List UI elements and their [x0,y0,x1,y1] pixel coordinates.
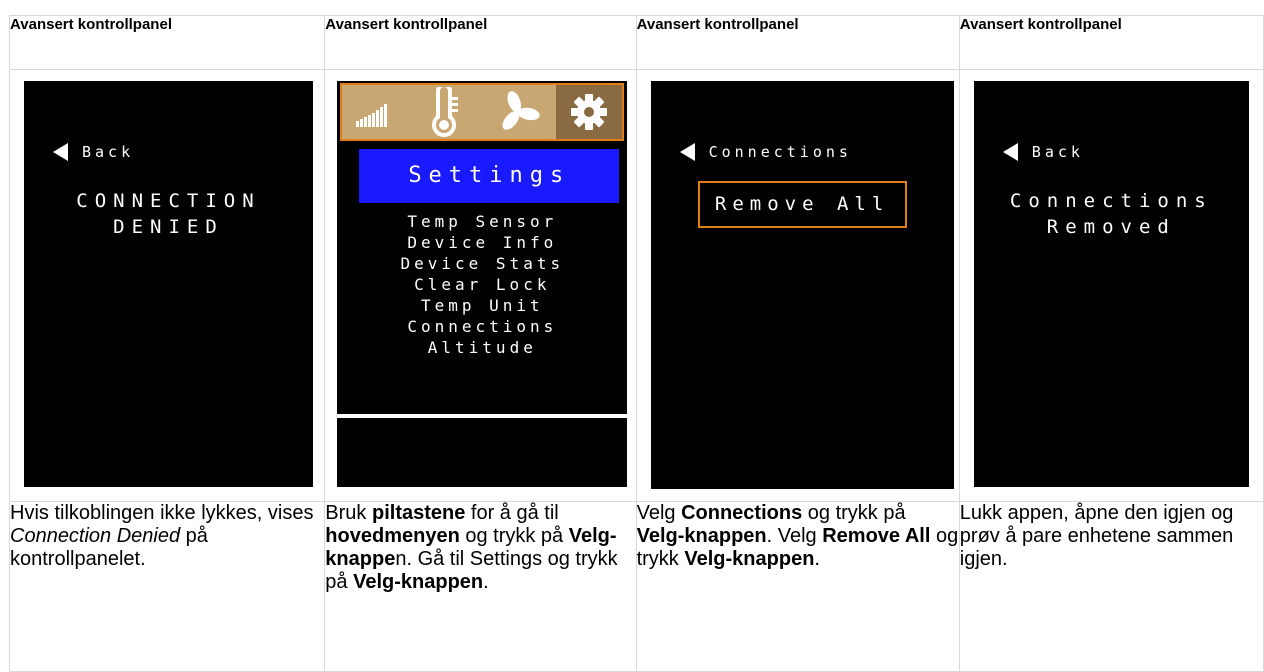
display-connections-removed: Back Connections Removed [973,81,1249,487]
desc-text: . Velg [766,525,823,547]
instruction-table: Avansert kontrollpanel Avansert kontroll… [8,15,1264,672]
screen-cell-removed: Back Connections Removed [958,69,1264,502]
column-header: Avansert kontrollpanel [324,15,637,70]
desc-text: . [814,548,820,570]
connections-label: Connections [708,143,852,161]
screen-cell-settings: Settings Temp Sensor Device Info Device … [324,69,637,502]
description-row: Hvis tilkoblingen ikke lykkes, vises Con… [8,501,1264,672]
removed-message: Connections Removed [974,188,1249,240]
column-header: Avansert kontrollpanel [635,15,960,70]
menu-item: Temp Unit [420,296,544,315]
divider [337,414,628,418]
desc-text: for å gå til [465,502,559,524]
menu-item: Clear Lock [414,275,551,294]
desc-bold: Velg-knappen [636,525,767,547]
desc-bold: Velg-knappen [353,571,484,593]
settings-menu: Temp Sensor Device Info Device Stats Cle… [337,211,627,358]
settings-title: Settings [359,149,620,203]
desc-text: Lukk appen, åpne den igjen og prøv å par… [959,502,1234,570]
desc-emphasis: Connection Denied [10,525,181,547]
menu-item: Device Info [407,233,558,252]
menu-item: Device Stats [400,254,565,273]
display-settings-menu: Settings Temp Sensor Device Info Device … [337,81,628,487]
back-row: Back [1002,143,1084,161]
desc-text: Hvis tilkoblingen ikke lykkes, vises [10,502,314,524]
menu-item: Connections [407,317,558,336]
desc-text: og trykk på [459,525,569,547]
back-row: Back [53,143,134,161]
desc-bold: piltastene [371,502,466,524]
remove-all-option: Remove All [697,181,907,228]
desc-bold: Remove All [822,525,931,547]
back-arrow-icon [1002,143,1018,161]
display-connection-denied: Back CONNECTION DENIED [24,81,313,487]
removed-line-1: Connections [1009,190,1213,212]
fan-icon [488,85,548,139]
desc-bold: Velg-knappen [684,548,815,570]
column-header: Avansert kontrollpanel [958,15,1264,70]
back-label: Back [1031,143,1084,161]
signal-icon [350,85,406,139]
gear-icon [556,85,623,139]
thermometer-icon [420,85,470,139]
back-arrow-icon [53,143,68,161]
header-row: Avansert kontrollpanel Avansert kontroll… [8,15,1264,70]
denied-line-2: DENIED [113,216,224,238]
description-3: Velg Connections og trykk på Velg-knappe… [635,501,960,672]
screen-cell-connections: Connections Remove All [635,69,960,502]
icon-bar [340,83,625,141]
desc-text: Bruk [325,502,372,524]
desc-bold: hovedmenyen [325,525,460,547]
description-4: Lukk appen, åpne den igjen og prøv å par… [958,501,1264,672]
screen-cell-denied: Back CONNECTION DENIED [8,69,326,502]
desc-text: og trykk på [802,502,906,524]
column-header: Avansert kontrollpanel [8,15,326,70]
denied-line-1: CONNECTION [76,190,261,212]
menu-item: Temp Sensor [407,212,558,231]
menu-item: Altitude [427,338,537,357]
screen-row: Back CONNECTION DENIED Settings Temp Sen… [8,69,1264,502]
denied-message: CONNECTION DENIED [24,188,313,240]
display-connections: Connections Remove All [650,81,954,489]
removed-line-2: Removed [1046,216,1176,238]
back-arrow-icon [679,143,695,161]
back-label: Back [82,143,135,161]
desc-text: . [483,571,489,593]
desc-text: Velg [636,502,682,524]
desc-bold: Connections [681,502,803,524]
description-2: Bruk piltastene for å gå til hovedmenyen… [324,501,637,672]
back-row: Connections [679,143,852,161]
description-1: Hvis tilkoblingen ikke lykkes, vises Con… [8,501,326,672]
